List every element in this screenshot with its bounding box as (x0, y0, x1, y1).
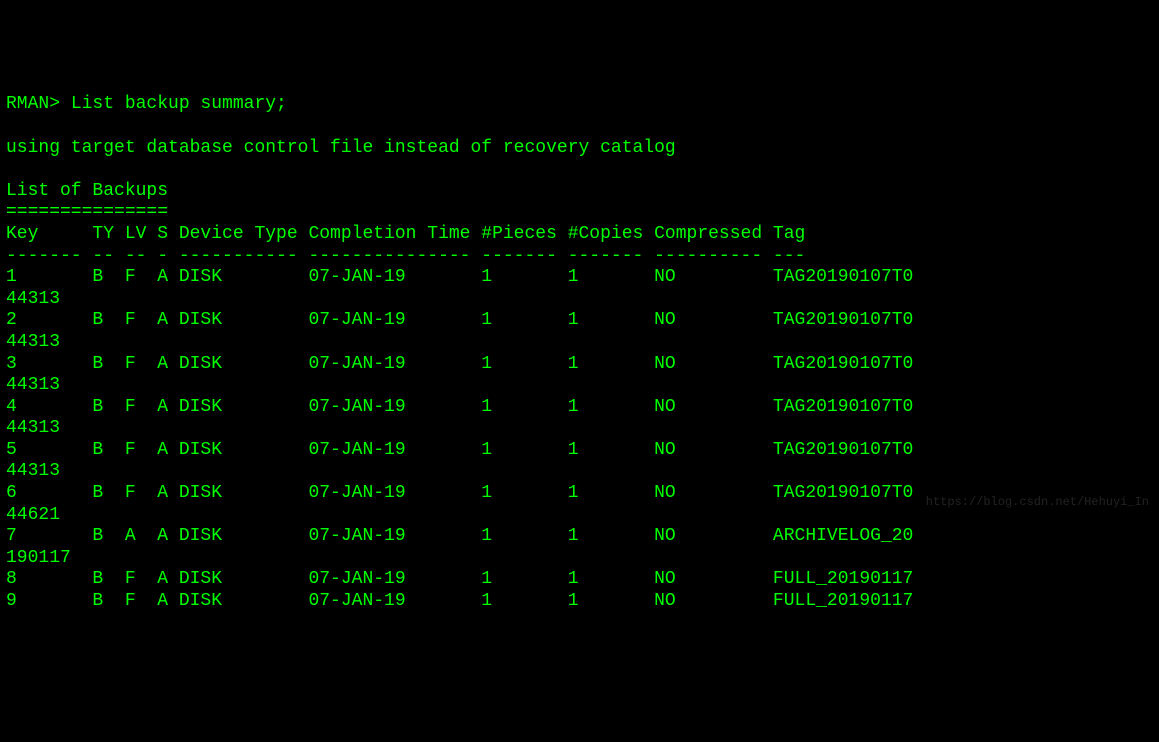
table-row-wrap: 190117 (6, 548, 1153, 570)
table-row-wrap: 44313 (6, 375, 1153, 397)
table-row: 1 B F A DISK 07-JAN-19 1 1 NO TAG2019010… (6, 267, 1153, 289)
blank-line (6, 116, 1153, 138)
rman-prompt: RMAN> (6, 94, 71, 114)
table-row: 5 B F A DISK 07-JAN-19 1 1 NO TAG2019010… (6, 440, 1153, 462)
table-divider: ------- -- -- - ----------- ------------… (6, 246, 1153, 268)
section-underline: =============== (6, 202, 1153, 224)
table-row: 9 B F A DISK 07-JAN-19 1 1 NO FULL_20190… (6, 591, 1153, 613)
table-row-wrap: 44313 (6, 332, 1153, 354)
blank-line (6, 159, 1153, 181)
table-row-wrap: 44313 (6, 289, 1153, 311)
section-title: List of Backups (6, 181, 1153, 203)
table-row: 3 B F A DISK 07-JAN-19 1 1 NO TAG2019010… (6, 354, 1153, 376)
table-row-wrap: 44313 (6, 461, 1153, 483)
table-row: 7 B A A DISK 07-JAN-19 1 1 NO ARCHIVELOG… (6, 526, 1153, 548)
table-row: 8 B F A DISK 07-JAN-19 1 1 NO FULL_20190… (6, 569, 1153, 591)
table-row-wrap: 44313 (6, 418, 1153, 440)
info-message: using target database control file inste… (6, 138, 1153, 160)
table-header: Key TY LV S Device Type Completion Time … (6, 224, 1153, 246)
command-text: List backup summary; (71, 94, 287, 114)
terminal-output[interactable]: RMAN> List backup summary; using target … (6, 94, 1153, 612)
watermark-text: https://blog.csdn.net/Hehuyi_In (926, 495, 1149, 509)
table-row: 4 B F A DISK 07-JAN-19 1 1 NO TAG2019010… (6, 397, 1153, 419)
table-row: 2 B F A DISK 07-JAN-19 1 1 NO TAG2019010… (6, 310, 1153, 332)
command-line: RMAN> List backup summary; (6, 94, 1153, 116)
